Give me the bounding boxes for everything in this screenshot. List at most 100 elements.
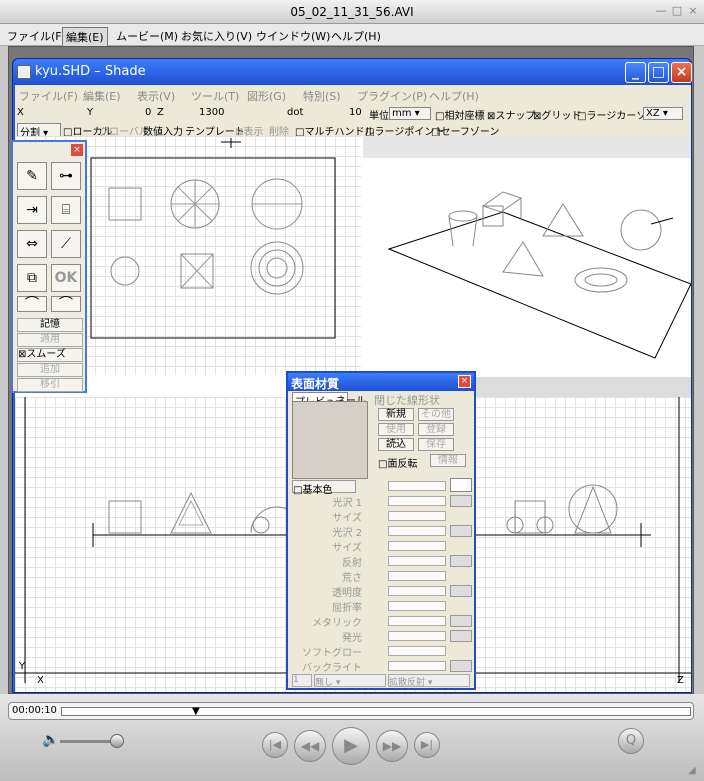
emission-swatch[interactable] — [450, 630, 472, 642]
gloss2-swatch[interactable] — [450, 525, 472, 537]
fast-forward-icon[interactable]: ▶▶ — [376, 730, 408, 762]
base-color-swatch[interactable] — [450, 478, 472, 492]
volume-knob[interactable] — [110, 734, 124, 748]
menu-window[interactable]: ウインドウ(W) — [253, 27, 333, 45]
shade-menu-edit[interactable]: 編集(E) — [83, 88, 121, 104]
shade-menu-special[interactable]: 特別(S) — [303, 88, 341, 104]
new-button[interactable]: 新規 — [378, 408, 414, 421]
refraction-slider[interactable] — [388, 601, 446, 611]
shade-menu-tool[interactable]: ツール(T) — [191, 88, 239, 104]
backlight-slider[interactable] — [388, 661, 446, 671]
softglow-row: ソフトグロー — [292, 644, 472, 659]
metallic-slider[interactable] — [388, 616, 446, 626]
scale-tool-icon[interactable]: ⇔ — [17, 230, 47, 258]
shade-maximize-icon[interactable]: □ — [648, 62, 669, 83]
unit-select[interactable]: mm ▾ — [389, 107, 431, 120]
mapping-type-select[interactable]: 無し ▾ — [314, 674, 386, 688]
register-button[interactable]: 登録 — [418, 423, 454, 436]
coord-x-label: X — [17, 107, 24, 118]
material-close-icon[interactable]: × — [458, 375, 471, 388]
menu-favorites[interactable]: お気に入り(V) — [178, 27, 255, 45]
move-tool-icon[interactable]: ⇥ — [17, 196, 47, 224]
base-color-checkbox[interactable]: □基本色 — [292, 480, 356, 496]
curve-large-icon[interactable]: ⌒ — [51, 296, 81, 312]
info-button[interactable]: 情報 — [430, 454, 466, 467]
shade-minimize-icon[interactable]: _ — [625, 62, 646, 83]
menu-help[interactable]: ヘルプ(H) — [328, 27, 384, 45]
metallic-swatch[interactable] — [450, 615, 472, 627]
gloss1-slider[interactable] — [388, 496, 446, 506]
use-button[interactable]: 使用 — [378, 423, 414, 436]
axis-select[interactable]: XZ ▾ — [643, 107, 683, 120]
go-to-end-icon[interactable]: ▶| — [414, 732, 440, 758]
apply-button[interactable]: 適用 — [17, 333, 83, 347]
gloss1-swatch[interactable] — [450, 495, 472, 507]
play-icon[interactable]: ▶ — [332, 727, 370, 765]
curve-small-icon[interactable]: ⌒ — [17, 296, 47, 312]
quicktime-logo-icon: Q — [618, 728, 644, 754]
memorize-button[interactable]: 記憶 — [17, 318, 83, 332]
cylinder-tool-icon[interactable]: ⌸ — [51, 196, 81, 224]
maximize-icon[interactable]: □ — [671, 5, 683, 17]
rewind-icon[interactable]: ◀◀ — [294, 730, 326, 762]
pen-tool-icon[interactable]: ✎ — [17, 162, 47, 190]
minimize-icon[interactable]: — — [655, 5, 667, 17]
go-to-start-icon[interactable]: |◀ — [262, 732, 288, 758]
size2-slider[interactable] — [388, 541, 446, 551]
backlight-swatch[interactable] — [450, 660, 472, 672]
scrubber-track[interactable]: ▼ — [61, 706, 691, 717]
player-controls: 00:00:10 ▼ 🔈 |◀ ◀◀ ▶ ▶▶ ▶| Q — [0, 694, 704, 781]
close-icon[interactable]: × — [687, 5, 699, 17]
reflection-row: 反射 — [292, 554, 472, 569]
player-menubar: ファイル(F) 編集(E) ムービー(M) お気に入り(V) ウインドウ(W) … — [0, 24, 704, 47]
menu-edit[interactable]: 編集(E) — [62, 27, 108, 47]
perspective-viewport[interactable] — [363, 136, 692, 375]
transparency-row: 透明度 — [292, 584, 472, 599]
volume-icon[interactable]: 🔈 — [42, 732, 59, 748]
mapping-mode-select[interactable]: 拡散反射 ▾ — [388, 674, 470, 688]
shade-titlebar: kyu.SHD – Shade _ □ × — [13, 59, 692, 85]
unit-label: 単位 — [369, 111, 389, 122]
shade-menu-shape[interactable]: 図形(G) — [247, 88, 286, 104]
coordinate-toolbar: X Y 0 Z 1300 dot 10 単位 mm ▾ □相対座標 ⊠スナップ … — [15, 105, 691, 122]
shade-close-icon[interactable]: × — [671, 62, 692, 83]
ok-button[interactable]: OK — [51, 264, 81, 292]
tree-tool-icon[interactable]: ⊶ — [51, 162, 81, 190]
smooth-checkbox[interactable]: ⊠スムーズ — [17, 348, 83, 362]
base-color-slider[interactable] — [388, 481, 446, 491]
shade-menu-file[interactable]: ファイル(F) — [19, 88, 78, 104]
copy-tool-icon[interactable]: ⧉ — [17, 264, 47, 292]
face-flip-checkbox[interactable]: □面反転 — [378, 455, 417, 470]
size1-slider[interactable] — [388, 511, 446, 521]
menu-file[interactable]: ファイル(F) — [4, 27, 69, 45]
roughness-slider[interactable] — [388, 571, 446, 581]
shade-menu-help[interactable]: ヘルプ(H) — [429, 88, 479, 104]
mapping-number[interactable]: 1 — [292, 674, 312, 687]
line-tool-icon[interactable]: ⟋ — [51, 230, 81, 258]
shade-app-icon — [17, 65, 31, 79]
snap-checkbox[interactable]: ⊠スナップ — [487, 107, 535, 122]
palette-close-icon[interactable]: × — [71, 144, 83, 156]
emission-slider[interactable] — [388, 631, 446, 641]
pull-button[interactable]: 移引 — [17, 378, 83, 392]
grid-checkbox[interactable]: ⊠グリッド — [533, 107, 581, 122]
shade-menu-plugin[interactable]: プラグイン(P) — [357, 88, 427, 104]
relative-coord-checkbox[interactable]: □相対座標 — [435, 107, 484, 122]
add-button[interactable]: 追加 — [17, 363, 83, 377]
other-button[interactable]: その他 — [418, 408, 454, 421]
softglow-slider[interactable] — [388, 646, 446, 656]
transparency-swatch[interactable] — [450, 585, 472, 597]
load-button[interactable]: 読込 — [378, 438, 414, 451]
perspective-header — [363, 136, 691, 158]
save-button[interactable]: 保存 — [418, 438, 454, 451]
volume-track[interactable] — [60, 740, 116, 743]
resize-grip-icon[interactable]: ◢ — [688, 765, 696, 776]
transparency-slider[interactable] — [388, 586, 446, 596]
reflection-swatch[interactable] — [450, 555, 472, 567]
gloss2-slider[interactable] — [388, 526, 446, 536]
menu-movie[interactable]: ムービー(M) — [113, 27, 181, 45]
playhead-icon[interactable]: ▼ — [192, 706, 200, 717]
coord-z-value: 1300 — [199, 107, 225, 118]
shade-menu-view[interactable]: 表示(V) — [137, 88, 175, 104]
reflection-slider[interactable] — [388, 556, 446, 566]
